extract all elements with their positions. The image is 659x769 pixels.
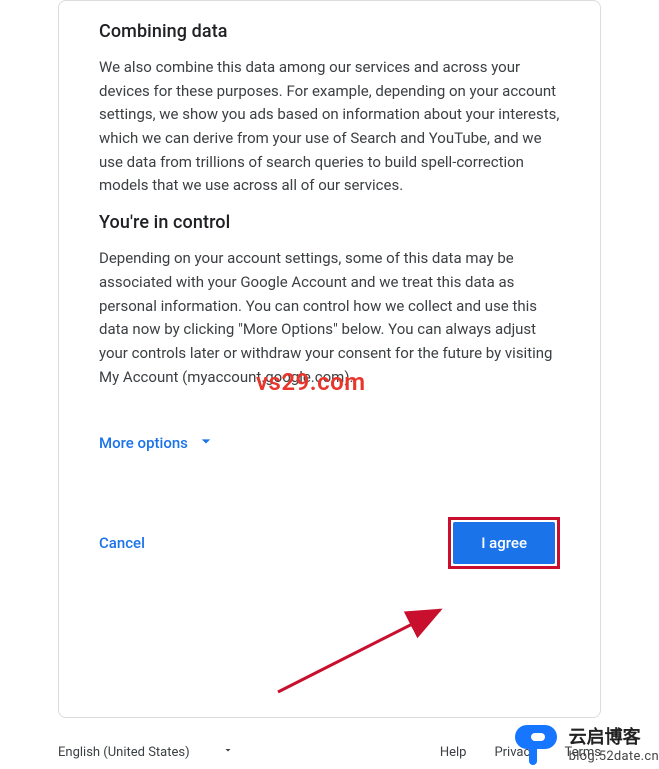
chevron-down-icon (196, 431, 216, 455)
page-footer: English (United States) Help Privacy Ter… (58, 738, 601, 766)
privacy-link[interactable]: Privacy (494, 745, 536, 760)
youre-in-control-body: Depending on your account settings, some… (99, 247, 560, 389)
youre-in-control-heading: You're in control (99, 212, 560, 233)
agree-highlight-box: I agree (448, 517, 560, 569)
combining-data-heading: Combining data (99, 21, 560, 42)
action-row: Cancel I agree (99, 517, 560, 569)
more-options-label: More options (99, 434, 188, 452)
combining-data-body: We also combine this data among our serv… (99, 56, 560, 198)
help-link[interactable]: Help (440, 745, 467, 760)
consent-card: Combining data We also combine this data… (58, 0, 601, 718)
consent-content: Combining data We also combine this data… (99, 1, 560, 569)
language-select[interactable]: English (United States) (58, 738, 234, 766)
dropdown-arrow-icon (222, 744, 234, 760)
language-label: English (United States) (58, 745, 190, 760)
agree-button[interactable]: I agree (453, 522, 555, 564)
terms-link[interactable]: Terms (564, 745, 601, 760)
cancel-button[interactable]: Cancel (99, 524, 145, 562)
more-options-toggle[interactable]: More options (99, 431, 560, 455)
footer-links: Help Privacy Terms (440, 745, 601, 760)
